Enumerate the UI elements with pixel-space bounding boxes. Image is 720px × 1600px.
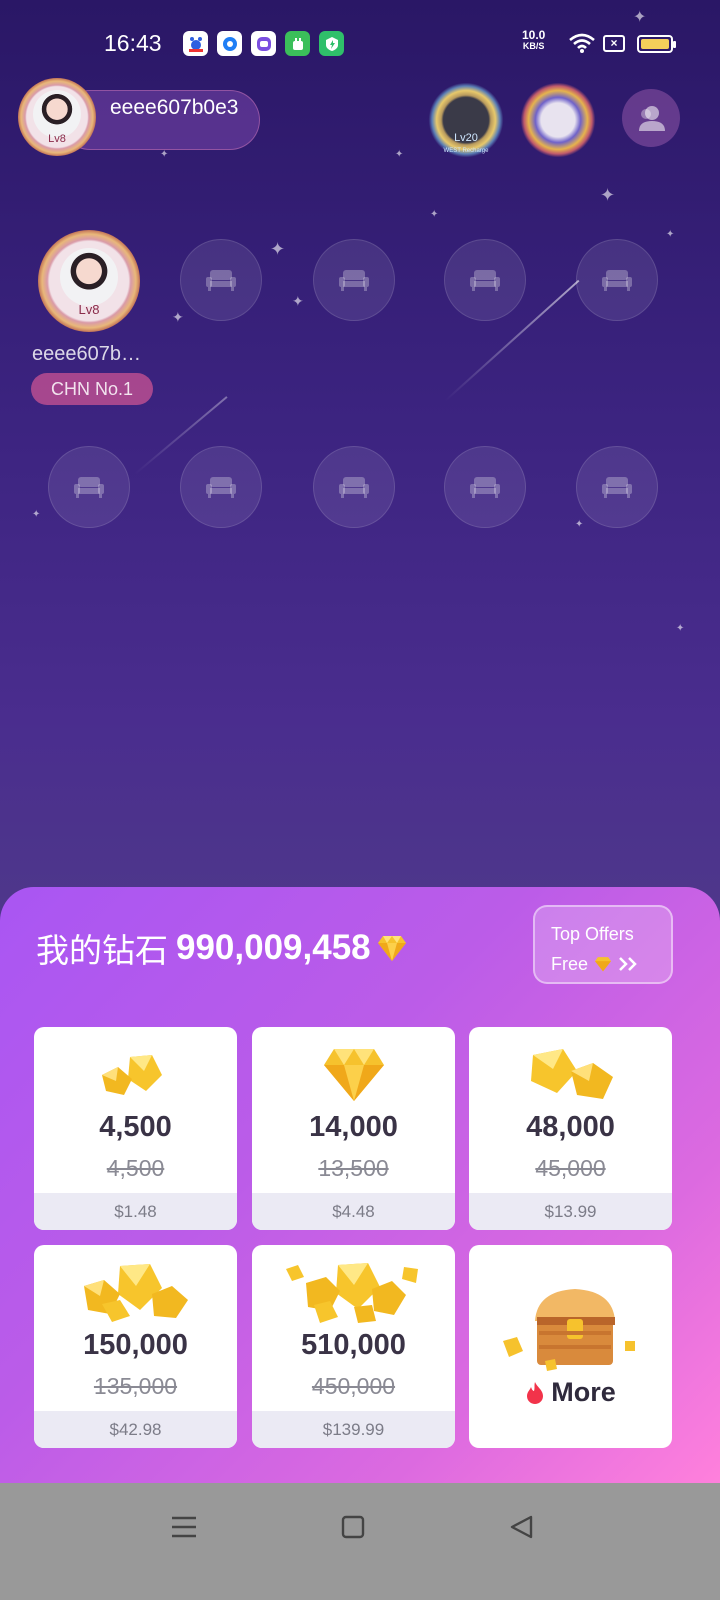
empty-seat[interactable] bbox=[48, 446, 130, 528]
host-seat-avatar[interactable]: Lv8 bbox=[38, 230, 140, 332]
package-original-amount: 13,500 bbox=[318, 1155, 389, 1181]
empty-seat[interactable] bbox=[180, 239, 262, 321]
host-name: eeee607b… bbox=[32, 343, 141, 365]
host-level-badge: Lv8 bbox=[78, 302, 100, 317]
empty-seat[interactable] bbox=[576, 239, 658, 321]
top-offers-title: Top Offers bbox=[551, 924, 634, 944]
sofa-icon bbox=[206, 270, 236, 291]
gem-single-icon bbox=[252, 1041, 455, 1107]
diamond-package[interactable]: 510,000 450,000 $139.99 bbox=[252, 1245, 455, 1448]
sofa-icon bbox=[206, 477, 236, 498]
menu-button[interactable] bbox=[164, 1507, 204, 1547]
package-amount: 4,500 bbox=[99, 1111, 172, 1143]
browser-icon bbox=[217, 31, 242, 56]
diamond-package[interactable]: 150,000 135,000 $42.98 bbox=[34, 1245, 237, 1448]
empty-seat[interactable] bbox=[313, 239, 395, 321]
duck-medal-icon[interactable] bbox=[518, 80, 598, 160]
package-amount: 150,000 bbox=[83, 1329, 188, 1361]
sofa-icon bbox=[470, 477, 500, 498]
home-button[interactable] bbox=[333, 1507, 373, 1547]
contacts-button[interactable] bbox=[622, 89, 680, 147]
network-speed-value: 10.0 bbox=[522, 28, 546, 42]
sofa-icon bbox=[602, 270, 632, 291]
host-rank-tag: CHN No.1 bbox=[31, 373, 153, 405]
back-button[interactable] bbox=[501, 1507, 541, 1547]
double-chevron-right-icon bbox=[619, 957, 637, 971]
balance-value: 990,009,458 bbox=[176, 928, 371, 967]
network-speed-unit: KB/S bbox=[522, 41, 545, 51]
user-avatar[interactable]: Lv8 bbox=[18, 78, 96, 156]
gem-small-pile-icon bbox=[34, 1041, 237, 1107]
top-offers-free-label: Free bbox=[551, 954, 589, 974]
package-price: $42.98 bbox=[34, 1411, 237, 1448]
package-amount: 510,000 bbox=[301, 1329, 406, 1361]
more-label: More bbox=[551, 1377, 616, 1407]
diamond-package[interactable]: 4,500 4,500 $1.48 bbox=[34, 1027, 237, 1230]
flame-icon bbox=[527, 1381, 544, 1404]
medal-level-label: Lv20 bbox=[454, 132, 478, 144]
baidu-icon bbox=[183, 31, 208, 56]
guard-icon bbox=[319, 31, 344, 56]
empty-seat[interactable] bbox=[576, 446, 658, 528]
sofa-icon bbox=[470, 270, 500, 291]
package-price: $4.48 bbox=[252, 1193, 455, 1230]
wifi-icon bbox=[569, 33, 595, 53]
sofa-icon bbox=[602, 477, 632, 498]
network-speed: 10.0 KB/S bbox=[522, 28, 546, 52]
package-amount: 48,000 bbox=[526, 1111, 615, 1143]
diamond-icon bbox=[377, 936, 406, 961]
battery-icon bbox=[637, 35, 676, 53]
back-triangle-icon bbox=[510, 1515, 533, 1539]
empty-seat[interactable] bbox=[180, 446, 262, 528]
diamond-package[interactable]: 48,000 45,000 $13.99 bbox=[469, 1027, 672, 1230]
medal-caption: WEST Recharge bbox=[443, 148, 489, 154]
gem-pile-icon bbox=[34, 1259, 237, 1325]
gem-large-pile-icon bbox=[252, 1259, 455, 1325]
diamond-balance: 我的钻石 990,009,458 bbox=[36, 924, 407, 972]
notification-icons bbox=[183, 31, 344, 56]
diamond-package[interactable]: 14,000 13,500 $4.48 bbox=[252, 1027, 455, 1230]
package-price: $139.99 bbox=[252, 1411, 455, 1448]
android-icon bbox=[285, 31, 310, 56]
package-original-amount: 45,000 bbox=[535, 1155, 606, 1181]
user-level-badge: Lv8 bbox=[48, 133, 66, 145]
sofa-icon bbox=[339, 270, 369, 291]
menu-icon bbox=[172, 1516, 196, 1538]
package-original-amount: 4,500 bbox=[106, 1155, 165, 1181]
package-original-amount: 135,000 bbox=[93, 1373, 178, 1399]
package-original-amount: 450,000 bbox=[311, 1373, 396, 1399]
package-amount: 14,000 bbox=[309, 1111, 398, 1143]
gem-pair-icon bbox=[469, 1041, 672, 1107]
treasure-chest-icon bbox=[503, 1289, 635, 1371]
balance-label: 我的钻石 bbox=[36, 932, 168, 969]
empty-seat[interactable] bbox=[444, 446, 526, 528]
sofa-icon bbox=[74, 477, 104, 498]
top-offers-button[interactable]: Top Offers Free bbox=[533, 905, 673, 984]
package-price: $1.48 bbox=[34, 1193, 237, 1230]
more-packages-button[interactable]: More bbox=[469, 1245, 672, 1448]
sofa-icon bbox=[339, 477, 369, 498]
status-time: 16:43 bbox=[104, 30, 162, 56]
messenger-icon bbox=[251, 31, 276, 56]
empty-seat[interactable] bbox=[444, 239, 526, 321]
contacts-icon bbox=[639, 106, 665, 131]
no-sim-icon: × bbox=[603, 35, 625, 52]
username-label: eeee607b0e3 bbox=[110, 96, 239, 119]
home-square-icon bbox=[341, 1515, 365, 1539]
diamond-icon bbox=[595, 957, 612, 972]
empty-seat[interactable] bbox=[313, 446, 395, 528]
package-price: $13.99 bbox=[469, 1193, 672, 1230]
